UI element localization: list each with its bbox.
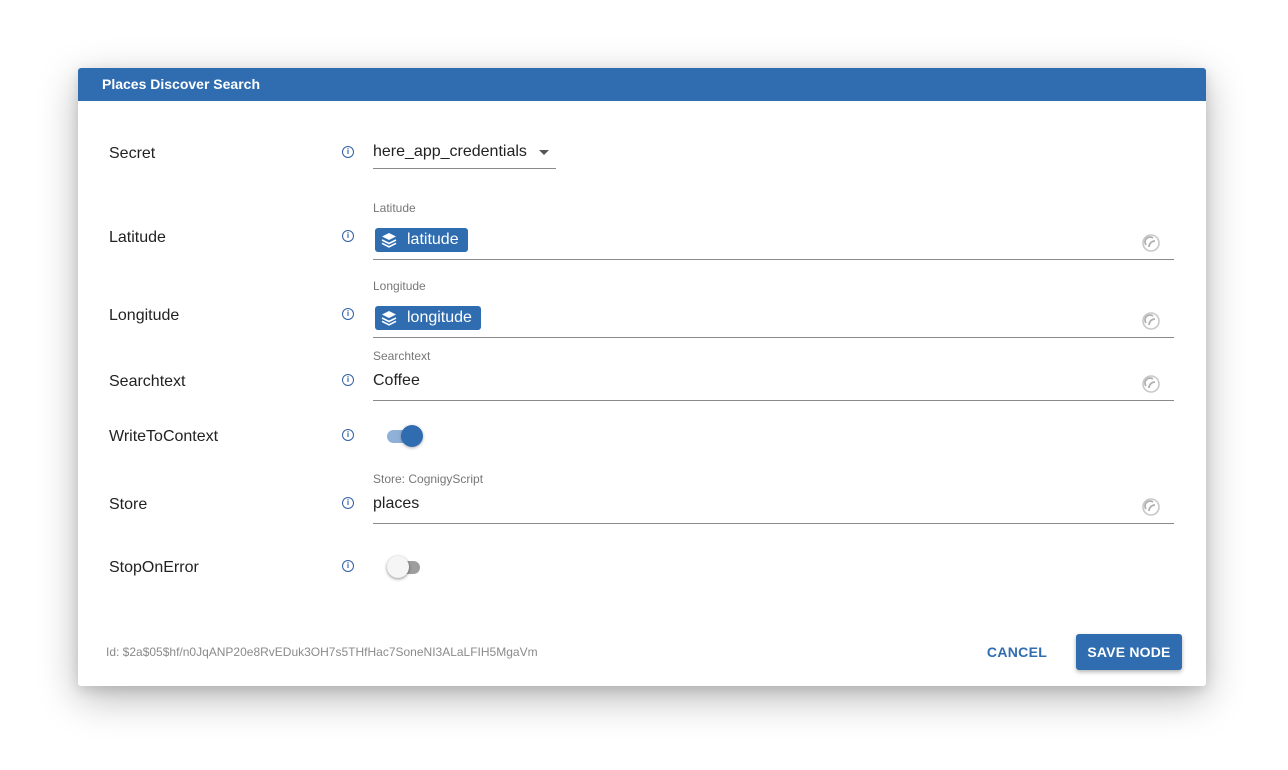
caret-down-icon bbox=[539, 150, 549, 155]
secret-select[interactable]: here_app_credentials bbox=[373, 136, 556, 169]
stop-on-error-label: StopOnError bbox=[109, 559, 199, 576]
secret-info-icon[interactable]: i bbox=[342, 146, 354, 158]
store-value: places bbox=[373, 495, 420, 512]
store-info-icon[interactable]: i bbox=[342, 497, 354, 509]
cognigy-script-icon[interactable] bbox=[1142, 234, 1160, 252]
dialog-title: Places Discover Search bbox=[78, 68, 1206, 101]
write-to-context-toggle[interactable] bbox=[387, 425, 423, 447]
secret-label: Secret bbox=[109, 145, 156, 162]
latitude-chip-label: latitude bbox=[407, 231, 459, 248]
latitude-info-icon[interactable]: i bbox=[342, 230, 354, 242]
stop-on-error-toggle[interactable] bbox=[387, 556, 423, 578]
store-input[interactable]: places bbox=[373, 491, 1174, 524]
node-id-text: Id: $2a$05$hf/n0JqANP20e8RvEDuk3OH7s5THf… bbox=[106, 645, 538, 659]
store-label: Store bbox=[109, 496, 148, 513]
cancel-button[interactable]: CANCEL bbox=[978, 634, 1056, 670]
write-to-context-label: WriteToContext bbox=[109, 428, 219, 445]
save-node-button[interactable]: SAVE NODE bbox=[1076, 634, 1182, 670]
searchtext-value: Coffee bbox=[373, 372, 420, 389]
latitude-float-label: Latitude bbox=[373, 201, 416, 215]
longitude-token-chip[interactable]: longitude bbox=[375, 306, 481, 330]
cognigy-script-icon[interactable] bbox=[1142, 375, 1160, 393]
write-to-context-info-icon[interactable]: i bbox=[342, 429, 354, 441]
layers-icon bbox=[381, 311, 397, 326]
longitude-label: Longitude bbox=[109, 307, 180, 324]
longitude-chip-label: longitude bbox=[407, 309, 472, 326]
searchtext-float-label: Searchtext bbox=[373, 349, 431, 363]
stop-on-error-info-icon[interactable]: i bbox=[342, 560, 354, 572]
layers-icon bbox=[381, 233, 397, 248]
store-float-label: Store: CognigyScript bbox=[373, 472, 484, 486]
node-editor-dialog: Places Discover Search Secret i here_app… bbox=[78, 68, 1206, 686]
toggle-knob bbox=[387, 556, 409, 578]
searchtext-info-icon[interactable]: i bbox=[342, 374, 354, 386]
searchtext-label: Searchtext bbox=[109, 373, 186, 390]
cognigy-script-icon[interactable] bbox=[1142, 498, 1160, 516]
longitude-input[interactable]: longitude bbox=[373, 304, 1174, 338]
secret-select-value: here_app_credentials bbox=[373, 143, 527, 160]
latitude-input[interactable]: latitude bbox=[373, 226, 1174, 260]
longitude-info-icon[interactable]: i bbox=[342, 308, 354, 320]
toggle-knob bbox=[401, 425, 423, 447]
cognigy-script-icon[interactable] bbox=[1142, 312, 1160, 330]
latitude-token-chip[interactable]: latitude bbox=[375, 228, 468, 252]
searchtext-input[interactable]: Coffee bbox=[373, 368, 1174, 401]
latitude-label: Latitude bbox=[109, 229, 166, 246]
longitude-float-label: Longitude bbox=[373, 279, 426, 293]
